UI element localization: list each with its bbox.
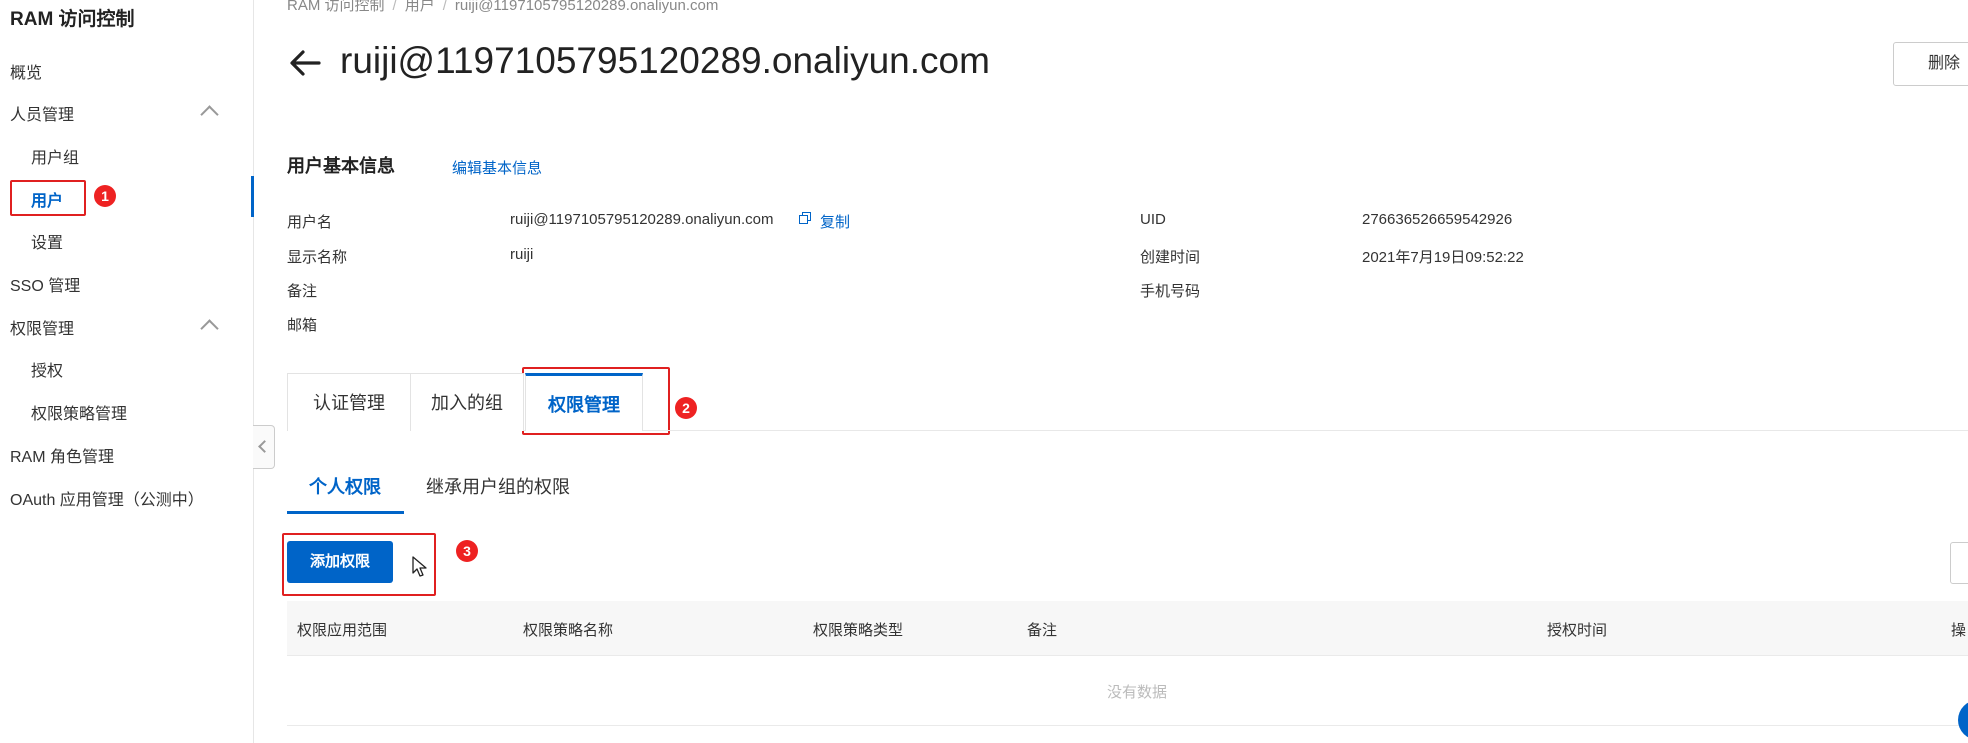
back-arrow-icon[interactable]	[287, 45, 323, 81]
breadcrumb-item[interactable]: 用户	[405, 0, 435, 14]
sidebar-item-grants[interactable]: 授权	[31, 357, 63, 381]
sidebar: RAM 访问控制 概览 人员管理 用户组 用户 设置 SSO 管理 权限管理 授…	[0, 0, 254, 743]
subtab-underline	[287, 511, 404, 514]
sidebar-collapse-button[interactable]	[253, 425, 275, 469]
empty-state-text: 没有数据	[1107, 684, 1168, 701]
column-header: 权限应用范围	[297, 622, 388, 639]
sidebar-item-oauth[interactable]: OAuth 应用管理（公测中）	[10, 486, 204, 510]
sidebar-item-sso[interactable]: SSO 管理	[10, 272, 80, 296]
help-float-button[interactable]	[1958, 700, 1968, 740]
column-header: 权限策略类型	[813, 622, 904, 639]
created-time-value: 2021年7月19日09:52:22	[1362, 249, 1524, 266]
username-label: 用户名	[287, 214, 333, 231]
sidebar-item-user-groups[interactable]: 用户组	[31, 144, 79, 168]
subtab-personal-permissions[interactable]: 个人权限	[309, 470, 381, 514]
breadcrumb: RAM 访问控制 / 用户 / ruiji@1197105795120289.onali…	[287, 0, 718, 15]
copy-icon[interactable]	[799, 212, 811, 224]
sidebar-item-settings[interactable]: 设置	[31, 229, 63, 253]
annotation-badge-2: 2	[675, 397, 697, 419]
sidebar-item-identities[interactable]: 人员管理	[10, 101, 74, 125]
annotation-badge-3: 3	[456, 540, 478, 562]
table-divider	[287, 725, 1968, 726]
sidebar-item-policies[interactable]: 权限策略管理	[31, 400, 127, 424]
phone-label: 手机号码	[1140, 283, 1201, 300]
section-title: 用户基本信息	[287, 156, 395, 176]
display-name-value: ruiji	[510, 246, 534, 263]
column-header: 授权时间	[1547, 622, 1608, 639]
chevron-up-icon[interactable]	[200, 105, 219, 124]
sidebar-item-overview[interactable]: 概览	[10, 59, 42, 83]
created-time-label: 创建时间	[1140, 249, 1201, 266]
sidebar-title: RAM 访问控制	[10, 9, 135, 30]
subtab-inherited-permissions[interactable]: 继承用户组的权限	[426, 470, 570, 514]
add-permission-button[interactable]: 添加权限	[287, 541, 393, 583]
note-label: 备注	[287, 283, 318, 300]
sidebar-item-ram-roles[interactable]: RAM 角色管理	[10, 443, 114, 467]
annotation-badge-1: 1	[94, 185, 116, 207]
column-header: 备注	[1027, 622, 1058, 639]
uid-value: 276636526659542926	[1362, 211, 1513, 228]
email-label: 邮箱	[287, 317, 318, 334]
tab-authentication[interactable]: 认证管理	[287, 373, 411, 431]
table-header: 权限应用范围 权限策略名称 权限策略类型 备注 授权时间 操	[287, 601, 1968, 656]
delete-button[interactable]: 删除	[1893, 42, 1968, 86]
annotation-box-users	[10, 180, 86, 216]
mouse-cursor-icon	[412, 556, 427, 577]
tab-permissions[interactable]: 权限管理	[525, 373, 643, 431]
active-indicator	[251, 176, 254, 217]
chevron-up-icon[interactable]	[200, 319, 219, 338]
uid-label: UID	[1140, 211, 1166, 228]
breadcrumb-item[interactable]: RAM 访问控制	[287, 0, 385, 14]
copy-button[interactable]: 复制	[820, 211, 850, 232]
display-name-label: 显示名称	[287, 249, 348, 266]
edit-basic-info-link[interactable]: 编辑基本信息	[452, 157, 542, 178]
breadcrumb-item: ruiji@1197105795120289.onaliyun.com	[454, 0, 719, 14]
page-title: ruiji@1197105795120289.onaliyun.com	[340, 40, 990, 81]
tab-groups[interactable]: 加入的组	[410, 373, 524, 431]
column-header: 操	[1951, 622, 1967, 639]
table-settings-button[interactable]	[1950, 542, 1968, 584]
username-value: ruiji@1197105795120289.onaliyun.com	[510, 211, 774, 228]
column-header: 权限策略名称	[523, 622, 614, 639]
sidebar-item-permissions[interactable]: 权限管理	[10, 315, 74, 339]
